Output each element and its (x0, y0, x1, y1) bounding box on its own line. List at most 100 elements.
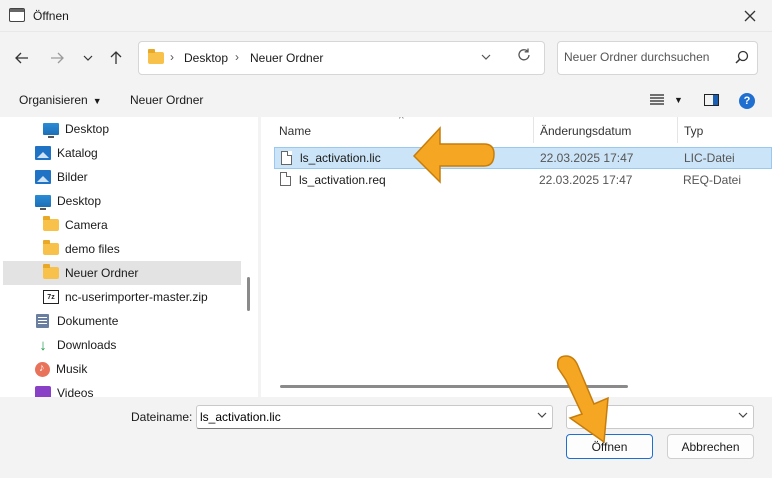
organize-menu-button[interactable]: Organisieren ▼ (19, 93, 102, 107)
navigation-bar: › Desktop › Neuer Ordner (0, 33, 772, 83)
sidebar-item-label: Videos (57, 386, 94, 397)
up-button[interactable] (105, 47, 127, 69)
sidebar-item-downloads[interactable]: ↓ Downloads (3, 333, 241, 357)
chevron-down-icon (738, 410, 748, 421)
file-list: Name ^ Änderungsdatum Typ ls_activation.… (261, 117, 772, 397)
sidebar-item-label: nc-userimporter-master.zip (65, 290, 208, 304)
arrow-left-icon (15, 52, 28, 64)
sidebar-item-label: demo files (65, 242, 120, 256)
breadcrumb-desktop[interactable]: Desktop (184, 51, 228, 65)
sidebar-item-zip[interactable]: 7z nc-userimporter-master.zip (3, 285, 241, 309)
file-row[interactable]: ls_activation.req 22.03.2025 17:47 REQ-D… (274, 169, 772, 191)
video-icon (35, 386, 51, 397)
close-icon (744, 10, 756, 22)
sidebar-item-label: Dokumente (57, 314, 119, 328)
file-date: 22.03.2025 17:47 (540, 151, 634, 165)
column-header-type[interactable]: Typ (684, 117, 703, 145)
chevron-down-icon (481, 54, 491, 60)
preview-pane-icon[interactable] (704, 94, 719, 106)
cancel-button[interactable]: Abbrechen (667, 434, 754, 459)
column-divider[interactable] (533, 117, 534, 143)
filename-combobox[interactable] (196, 405, 553, 429)
breadcrumb-separator-icon: › (170, 50, 174, 64)
column-header-date[interactable]: Änderungsdatum (540, 117, 631, 145)
close-button[interactable] (736, 4, 764, 28)
music-icon (35, 361, 50, 377)
column-header-name[interactable]: Name (279, 117, 311, 145)
address-history-button[interactable] (481, 51, 491, 63)
sidebar-item-label: Bilder (57, 170, 88, 184)
view-options-caret-icon[interactable]: ▼ (674, 95, 683, 105)
sort-ascending-icon: ^ (399, 117, 404, 125)
forward-button[interactable] (46, 47, 68, 69)
arrow-up-icon (110, 51, 122, 64)
sidebar-item-label: Musik (56, 362, 88, 376)
picture-icon (35, 170, 51, 184)
window-title: Öffnen (33, 9, 69, 23)
sidebar-item-bilder[interactable]: Bilder (3, 165, 241, 189)
new-folder-button[interactable]: Neuer Ordner (130, 93, 203, 107)
help-icon[interactable]: ? (739, 93, 755, 109)
dialog-footer: Dateiname: Öffnen Abbrechen (0, 397, 772, 478)
document-icon (36, 314, 49, 328)
open-button[interactable]: Öffnen (566, 434, 653, 459)
file-type: LIC-Datei (684, 151, 735, 165)
sidebar-item-neuer-ordner[interactable]: Neuer Ordner (3, 261, 241, 285)
filename-input[interactable] (200, 410, 530, 424)
sidebar-item-desktop[interactable]: Desktop (3, 189, 241, 213)
back-button[interactable] (11, 47, 33, 69)
address-bar[interactable]: › Desktop › Neuer Ordner (138, 41, 545, 75)
desktop-icon (35, 195, 51, 210)
chevron-down-icon (83, 55, 93, 61)
file-type: REQ-Datei (683, 173, 742, 187)
breadcrumb-separator-icon: › (235, 50, 239, 64)
download-icon: ↓ (39, 336, 47, 354)
command-toolbar: Organisieren ▼ Neuer Ordner ▼ ? (0, 84, 772, 116)
sidebar-item-videos[interactable]: Videos (3, 381, 241, 397)
caret-down-icon: ▼ (92, 96, 102, 106)
sidebar-item-musik[interactable]: Musik (3, 357, 241, 381)
sidebar-item-dokumente[interactable]: Dokumente (3, 309, 241, 333)
zip-archive-icon: 7z (43, 290, 59, 304)
folder-icon (43, 264, 59, 279)
chevron-down-icon[interactable] (537, 410, 547, 421)
file-date: 22.03.2025 17:47 (539, 173, 633, 187)
sidebar-item-camera[interactable]: Camera (3, 213, 241, 237)
folder-icon (43, 216, 59, 231)
refresh-button[interactable] (517, 48, 531, 66)
desktop-icon (43, 123, 59, 138)
sidebar-item-label: Camera (65, 218, 108, 232)
title-bar: Öffnen (0, 0, 772, 32)
file-icon (280, 172, 291, 186)
navigation-pane: Desktop Katalog Bilder Desktop Camera de… (0, 117, 258, 397)
sidebar-item-label: Katalog (57, 146, 98, 160)
recent-locations-button[interactable] (77, 47, 99, 69)
sidebar-item-label: Desktop (57, 194, 102, 208)
arrow-right-icon (51, 52, 64, 64)
organize-label: Organisieren (19, 93, 88, 107)
sidebar-scrollbar[interactable] (247, 277, 250, 311)
folder-icon (43, 240, 59, 255)
filename-label: Dateiname: (131, 410, 193, 424)
column-divider[interactable] (677, 117, 678, 143)
search-input[interactable] (564, 50, 734, 64)
search-icon (735, 50, 749, 64)
sidebar-item-desktop-quick[interactable]: Desktop (3, 117, 241, 141)
sidebar-item-label: Neuer Ordner (65, 266, 139, 280)
picture-icon (35, 146, 51, 160)
window-icon (9, 8, 25, 22)
refresh-icon (518, 48, 530, 61)
sidebar-item-label: Downloads (57, 338, 117, 352)
view-options-icon[interactable] (650, 93, 664, 106)
file-icon (281, 151, 292, 165)
file-name: ls_activation.lic (300, 151, 381, 165)
search-box[interactable] (557, 41, 758, 75)
folder-icon (148, 49, 164, 64)
file-name: ls_activation.req (299, 173, 386, 187)
file-row[interactable]: ls_activation.lic 22.03.2025 17:47 LIC-D… (274, 147, 772, 169)
file-type-filter[interactable] (566, 405, 754, 429)
sidebar-item-demo-files[interactable]: demo files (3, 237, 241, 261)
breadcrumb-neuer-ordner[interactable]: Neuer Ordner (250, 51, 323, 65)
sidebar-item-katalog[interactable]: Katalog (3, 141, 241, 165)
horizontal-scrollbar[interactable] (280, 385, 628, 388)
